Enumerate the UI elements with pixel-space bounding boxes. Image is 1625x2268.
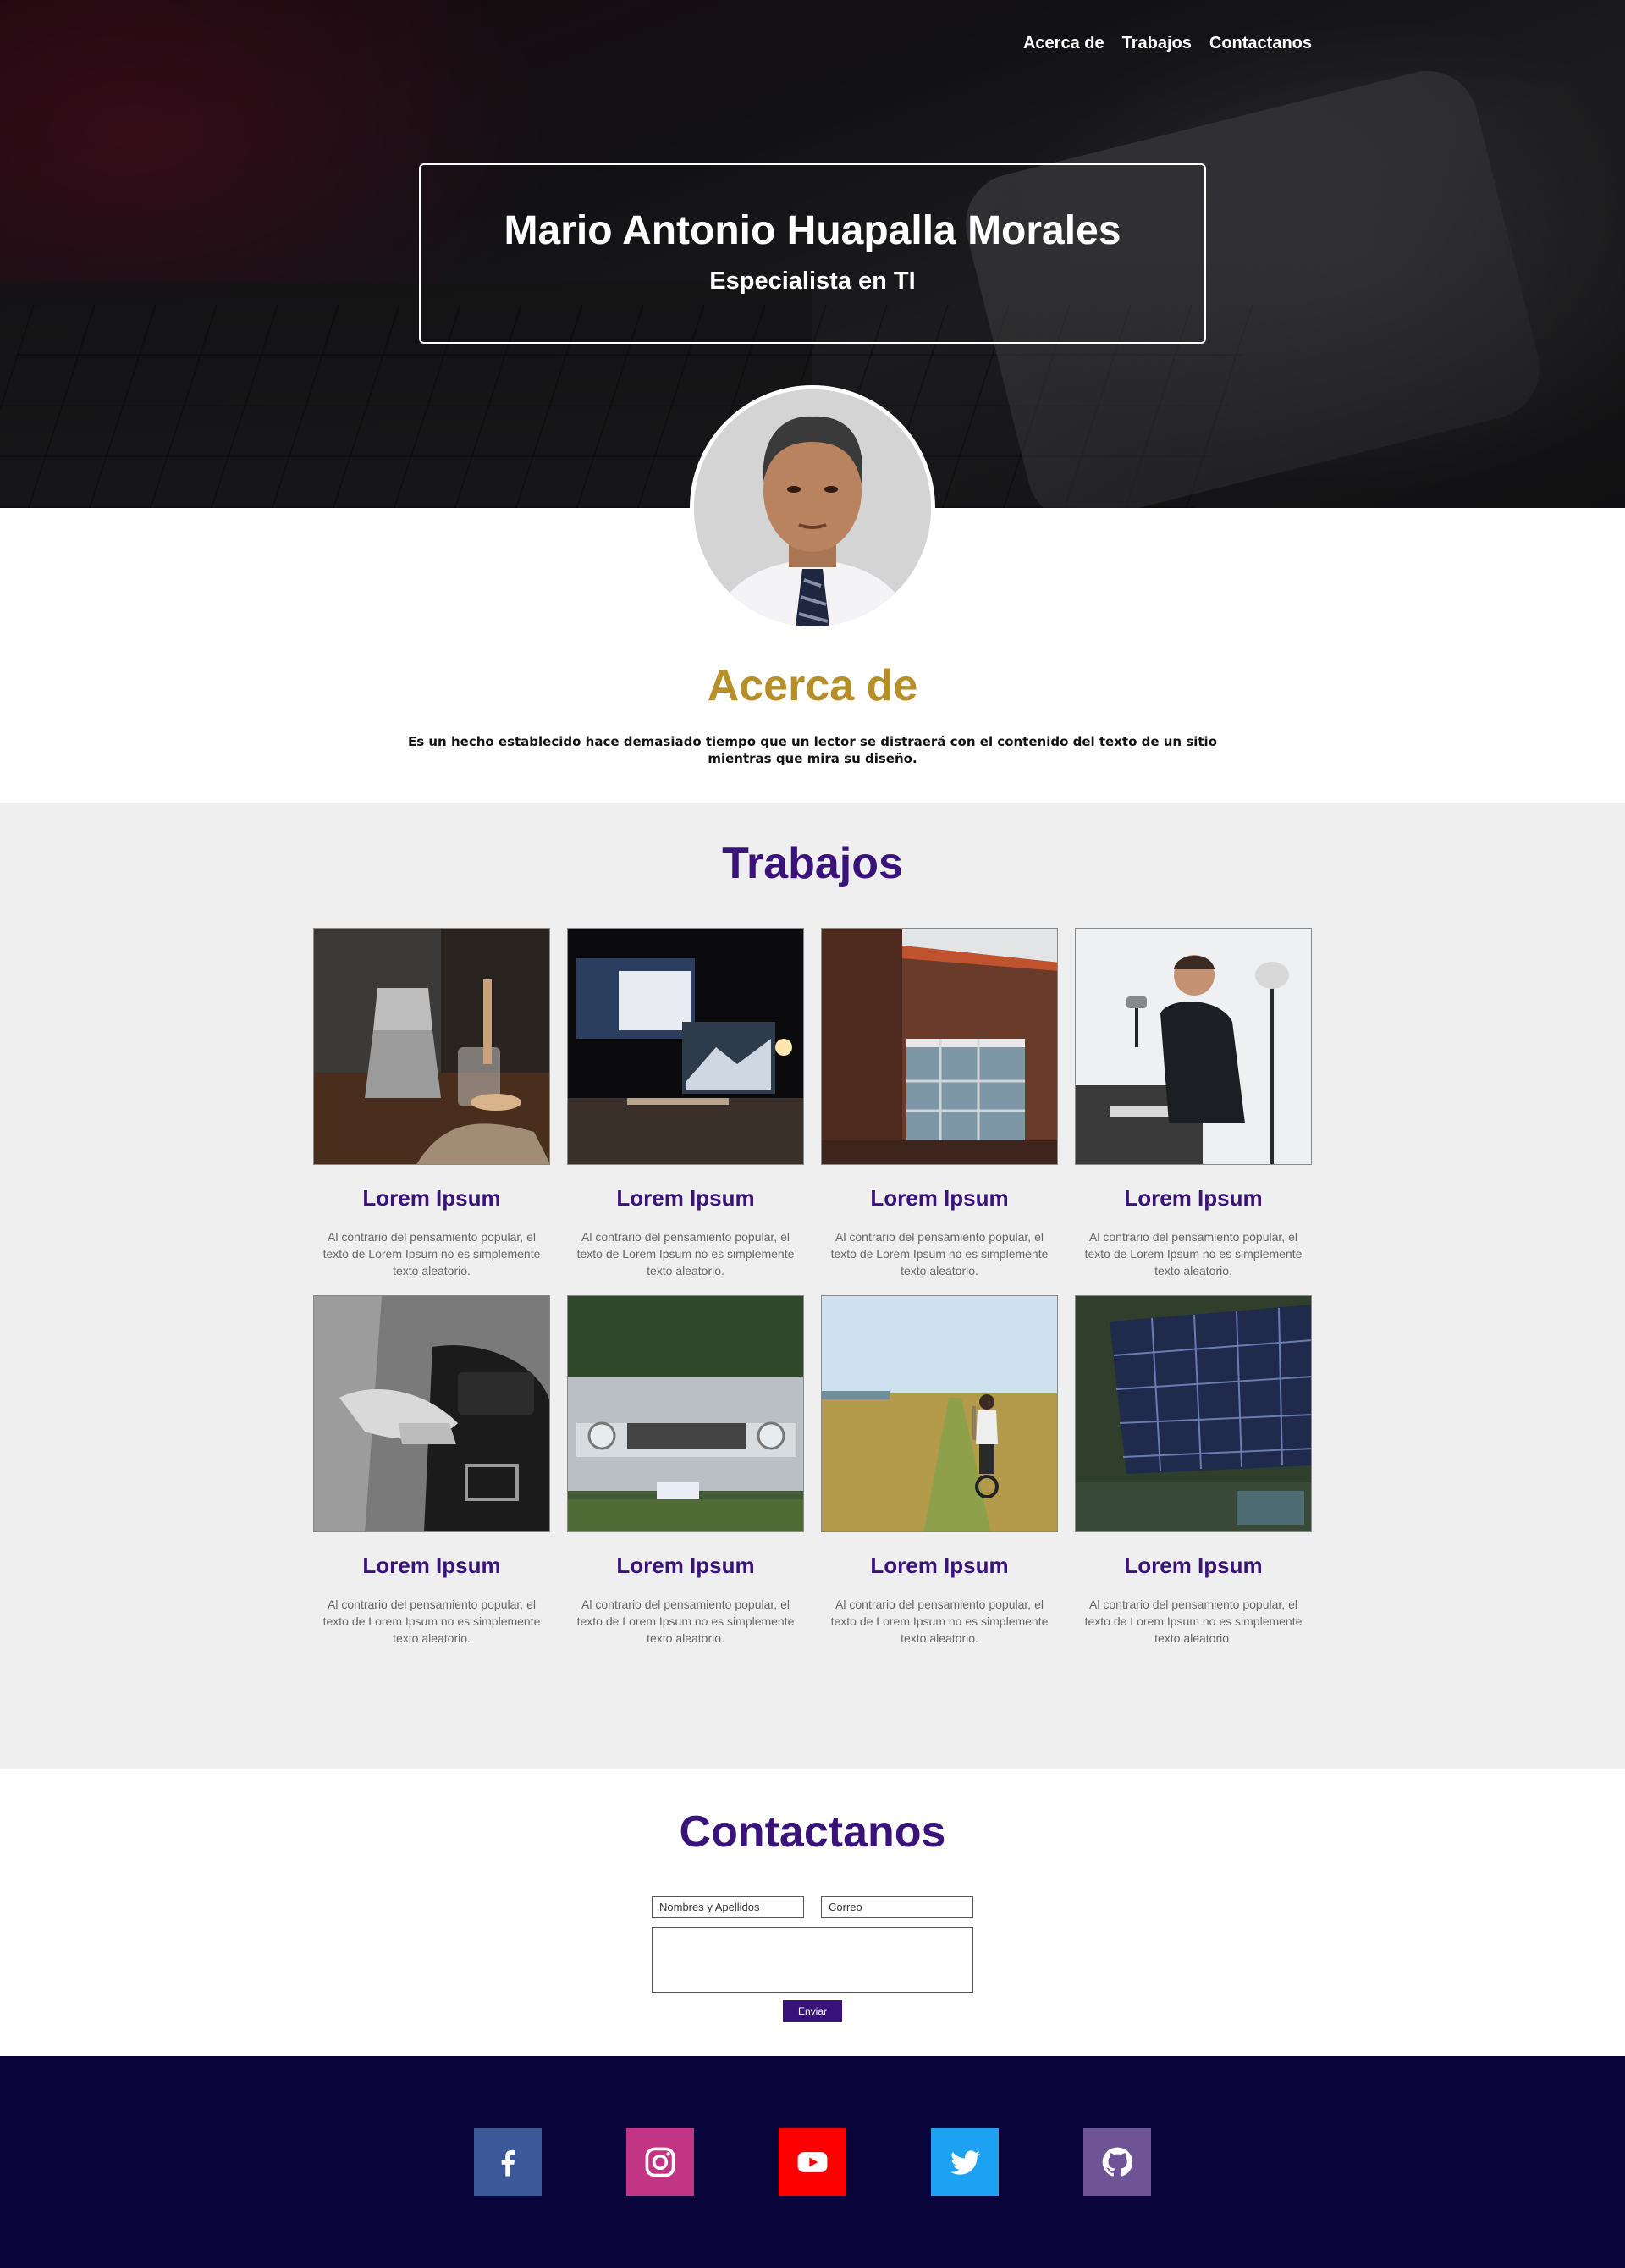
work-image-solar-panel[interactable] [1075,1295,1312,1532]
works-section: Trabajos Lorem Ipsum Al contrario del pe… [0,803,1625,1769]
submit-button[interactable]: Enviar [783,2000,842,2022]
work-title: Lorem Ipsum [616,1185,755,1211]
work-image-classic-car[interactable] [567,1295,804,1532]
facebook-icon[interactable] [474,2128,542,2196]
work-title: Lorem Ipsum [870,1553,1009,1578]
work-card: Lorem Ipsum Al contrario del pensamiento… [313,928,550,1295]
about-text: Es un hecho establecido hace demasiado t… [407,734,1217,766]
github-icon[interactable] [1083,2128,1151,2196]
work-description: Al contrario del pensamiento popular, el… [576,1598,795,1645]
work-card: Lorem Ipsum Al contrario del pensamiento… [821,1295,1058,1663]
work-title: Lorem Ipsum [362,1185,501,1211]
name-field[interactable] [652,1896,804,1918]
youtube-icon[interactable] [779,2128,846,2196]
work-description: Al contrario del pensamiento popular, el… [1084,1598,1303,1645]
work-description: Al contrario del pensamiento popular, el… [576,1230,795,1277]
work-description: Al contrario del pensamiento popular, el… [1084,1230,1303,1277]
work-title: Lorem Ipsum [1124,1185,1263,1211]
hero-role: Especialista en TI [709,268,916,295]
work-description: Al contrario del pensamiento popular, el… [830,1598,1049,1645]
contact-section: Contactanos Enviar [0,1769,1625,2056]
instagram-icon[interactable] [626,2128,694,2196]
work-title: Lorem Ipsum [870,1185,1009,1211]
profile-photo [694,389,931,626]
work-card: Lorem Ipsum Al contrario del pensamiento… [1075,928,1312,1295]
work-image-desk-computer[interactable] [567,928,804,1165]
work-image-building-facade[interactable] [821,928,1058,1165]
message-field[interactable] [652,1927,973,1993]
works-title: Trabajos [722,839,903,888]
work-card: Lorem Ipsum Al contrario del pensamiento… [313,1295,550,1663]
work-image-handbag[interactable] [313,1295,550,1532]
work-title: Lorem Ipsum [362,1553,501,1578]
work-description: Al contrario del pensamiento popular, el… [830,1230,1049,1277]
nav-link-about[interactable]: Acerca de [1023,34,1104,53]
contact-title: Contactanos [679,1807,946,1857]
avatar [690,385,935,631]
email-field[interactable] [821,1896,973,1918]
work-card: Lorem Ipsum Al contrario del pensamiento… [821,928,1058,1295]
work-description: Al contrario del pensamiento popular, el… [322,1598,541,1645]
work-image-man-at-desk[interactable] [1075,928,1312,1165]
about-title: Acerca de [707,661,918,710]
work-card: Lorem Ipsum Al contrario del pensamiento… [567,928,804,1295]
nav-link-works[interactable]: Trabajos [1122,34,1192,53]
work-image-coffee-maker[interactable] [313,928,550,1165]
work-card: Lorem Ipsum Al contrario del pensamiento… [567,1295,804,1663]
work-image-cyclist-path[interactable] [821,1295,1058,1532]
twitter-icon[interactable] [931,2128,999,2196]
work-title: Lorem Ipsum [616,1553,755,1578]
work-title: Lorem Ipsum [1124,1553,1263,1578]
hero-name: Mario Antonio Huapalla Morales [504,208,1121,253]
nav-link-contact[interactable]: Contactanos [1209,34,1312,53]
hero-title-box: Mario Antonio Huapalla Morales Especiali… [419,163,1206,344]
work-card: Lorem Ipsum Al contrario del pensamiento… [1075,1295,1312,1663]
footer [0,2056,1625,2268]
main-nav: Acerca de Trabajos Contactanos [1023,34,1312,53]
works-grid: Lorem Ipsum Al contrario del pensamiento… [313,928,1312,1663]
work-description: Al contrario del pensamiento popular, el… [322,1230,541,1277]
